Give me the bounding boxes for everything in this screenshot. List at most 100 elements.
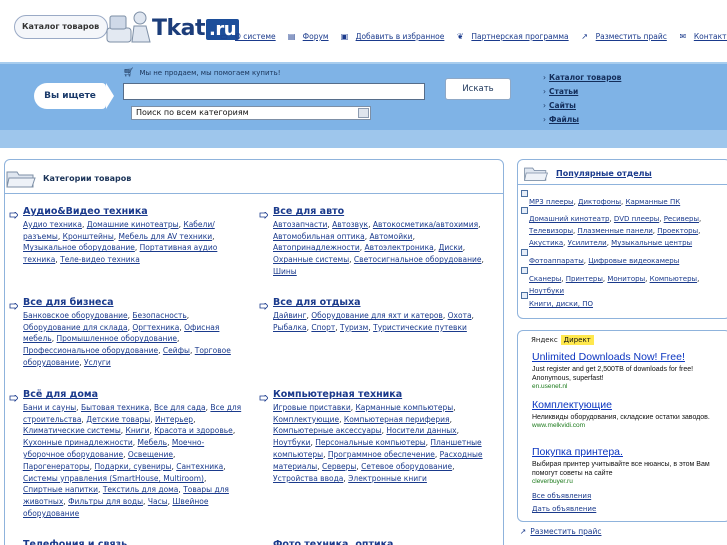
popular-link[interactable]: Телевизоры [529, 227, 573, 235]
subcategory-link[interactable]: Спиртные напитки [23, 485, 98, 494]
popular-link[interactable]: Домашний кинотеатр [529, 215, 609, 223]
subcategory-link[interactable]: Кухонные принадлежности [23, 438, 133, 447]
place-price-link[interactable]: ↗ Разместить прайс [520, 527, 601, 536]
subcategory-link[interactable]: Мебель для AV техники [119, 232, 213, 241]
nav-place-price[interactable]: ↗ Разместить прайс [579, 32, 667, 41]
popular-link[interactable]: MP3 плееры [529, 198, 574, 206]
subcategory-link[interactable]: Текстиль для дома [103, 485, 179, 494]
subcategory-link[interactable]: Аудио техника [23, 220, 82, 229]
subcategory-link[interactable]: Банковское оборудование [23, 311, 128, 320]
quick-link-articles[interactable]: › Статьи [543, 87, 621, 96]
popular-link[interactable]: Книги, диски, ПО [529, 300, 593, 308]
subcategory-link[interactable]: Музыкальное оборудование [23, 243, 135, 252]
category-title[interactable]: Аудио&Видео техника [23, 206, 245, 218]
subcategory-link[interactable]: Туристические путевки [373, 323, 467, 332]
subcategory-link[interactable]: Компьютерные аксессуары [273, 426, 382, 435]
subcategory-link[interactable]: Безопасность [132, 311, 186, 320]
popular-link[interactable]: Усилители [568, 239, 607, 247]
popular-link[interactable]: DVD плееры [614, 215, 659, 223]
subcategory-link[interactable]: Автокосметика/автохимия [373, 220, 478, 229]
ad-url[interactable]: cleverbuyer.ru [532, 478, 727, 485]
yandex-direct-brand[interactable]: Яндекс Директ [531, 335, 594, 345]
subcategory-link[interactable]: Теле-видео техника [60, 255, 140, 264]
subcategory-link[interactable]: Климатические системы [23, 426, 121, 435]
subcategory-link[interactable]: Носители данных [386, 426, 456, 435]
popular-link[interactable]: Принтеры [566, 275, 603, 283]
popular-link[interactable]: Ноутбуки [529, 287, 564, 295]
subcategory-link[interactable]: Устройства ввода [273, 474, 343, 483]
popular-link[interactable]: Мониторы [607, 275, 645, 283]
ad-url[interactable]: en.usenet.nl [532, 383, 727, 390]
subcategory-link[interactable]: Освещение [128, 450, 173, 459]
popular-title[interactable]: Популярные отделы [556, 169, 652, 178]
subcategory-link[interactable]: Шины [273, 267, 297, 276]
quick-link-sites[interactable]: › Сайты [543, 101, 621, 110]
popular-link[interactable]: Сканеры [529, 275, 561, 283]
subcategory-link[interactable]: Светосигнальное оборудование [354, 255, 482, 264]
nav-partners[interactable]: ❦ Партнерская программа [454, 32, 569, 41]
subcategory-link[interactable]: Фильтры для воды [68, 497, 143, 506]
subcategory-link[interactable]: Охота [448, 311, 472, 320]
subcategory-link[interactable]: Сантехника [176, 462, 223, 471]
subcategory-link[interactable]: Игровые приставки [273, 403, 351, 412]
popular-link[interactable]: Цифровые видеокамеры [588, 257, 679, 265]
ad-title-link[interactable]: Комплектующие [532, 399, 727, 411]
popular-header[interactable]: Популярные отделы [522, 164, 652, 182]
subcategory-link[interactable]: Охранные системы [273, 255, 349, 264]
subcategory-link[interactable]: Дайвинг [273, 311, 306, 320]
give-ad-link[interactable]: Дать объявление [532, 505, 596, 513]
subcategory-link[interactable]: Автозапчасти [273, 220, 327, 229]
category-title[interactable]: Фото техника, оптика [273, 539, 495, 545]
category-title[interactable]: Всё для дома [23, 389, 245, 401]
popular-link[interactable]: Акустика [529, 239, 563, 247]
catalog-logo-label[interactable]: Каталог товаров [14, 15, 108, 39]
subcategory-link[interactable]: Спорт [311, 323, 335, 332]
nav-contacts[interactable]: ✉Контакты [677, 32, 727, 41]
subcategory-link[interactable]: Мебель [138, 438, 168, 447]
subcategory-link[interactable]: Комплектующие [273, 415, 339, 424]
subcategory-link[interactable]: Оборудование для склада [23, 323, 128, 332]
ad-title-link[interactable]: Unlimited Downloads Now! Free! [532, 351, 727, 363]
category-title[interactable]: Компьютерная техника [273, 389, 495, 401]
subcategory-link[interactable]: Программное обеспечение [328, 450, 435, 459]
popular-link[interactable]: Проекторы [657, 227, 698, 235]
subcategory-link[interactable]: Все для сада [154, 403, 206, 412]
popular-link[interactable]: Музыкальные центры [611, 239, 692, 247]
subcategory-link[interactable]: Автопринадлежности [273, 243, 360, 252]
category-title[interactable]: Телефония и связь [23, 539, 245, 545]
subcategory-link[interactable]: Парогенераторы [23, 462, 90, 471]
subcategory-link[interactable]: Бытовая техника [81, 403, 149, 412]
subcategory-link[interactable]: Диски [439, 243, 463, 252]
search-button[interactable]: Искать [445, 78, 511, 100]
popular-link[interactable]: Ресиверы [664, 215, 699, 223]
subcategory-link[interactable]: Автомойки [370, 232, 413, 241]
category-select[interactable]: Поиск по всем категориям [131, 106, 371, 120]
category-title[interactable]: Все для авто [273, 206, 495, 218]
subcategory-link[interactable]: Рыбалка [273, 323, 307, 332]
subcategory-link[interactable]: Бани и сауны [23, 403, 76, 412]
subcategory-link[interactable]: Подарки, сувениры [94, 462, 171, 471]
subcategory-link[interactable]: Системы управления (SmartHouse, Multiroo… [23, 474, 204, 483]
subcategory-link[interactable]: Часы [148, 497, 168, 506]
subcategory-link[interactable]: Детские товары [86, 415, 150, 424]
quick-link-catalog[interactable]: › Каталог товаров [543, 73, 621, 82]
logo-figure-icon[interactable] [104, 8, 158, 48]
popular-link[interactable]: Плазменные панели [577, 227, 652, 235]
popular-link[interactable]: Компьютеры [650, 275, 697, 283]
subcategory-link[interactable]: Электронные книги [348, 474, 427, 483]
subcategory-link[interactable]: Услуги [84, 358, 111, 367]
search-input[interactable] [123, 83, 425, 100]
category-title[interactable]: Все для бизнеса [23, 297, 245, 309]
subcategory-link[interactable]: Оборудование для яхт и катеров [311, 311, 443, 320]
subcategory-link[interactable]: Интерьер [155, 415, 193, 424]
subcategory-link[interactable]: Автоэлектроника [365, 243, 434, 252]
dropdown-arrow-icon[interactable] [358, 108, 369, 118]
subcategory-link[interactable]: Профессиональное оборудование [23, 346, 158, 355]
ad-title-link[interactable]: Покупка принтера. [532, 446, 727, 458]
subcategory-link[interactable]: Серверы [322, 462, 356, 471]
ad-url[interactable]: www.melkvidi.com [532, 422, 727, 429]
subcategory-link[interactable]: Красота и здоровье [154, 426, 233, 435]
subcategory-link[interactable]: Автозвук [332, 220, 368, 229]
subcategory-link[interactable]: Ноутбуки [273, 438, 311, 447]
quick-link-files[interactable]: › Файлы [543, 115, 621, 124]
